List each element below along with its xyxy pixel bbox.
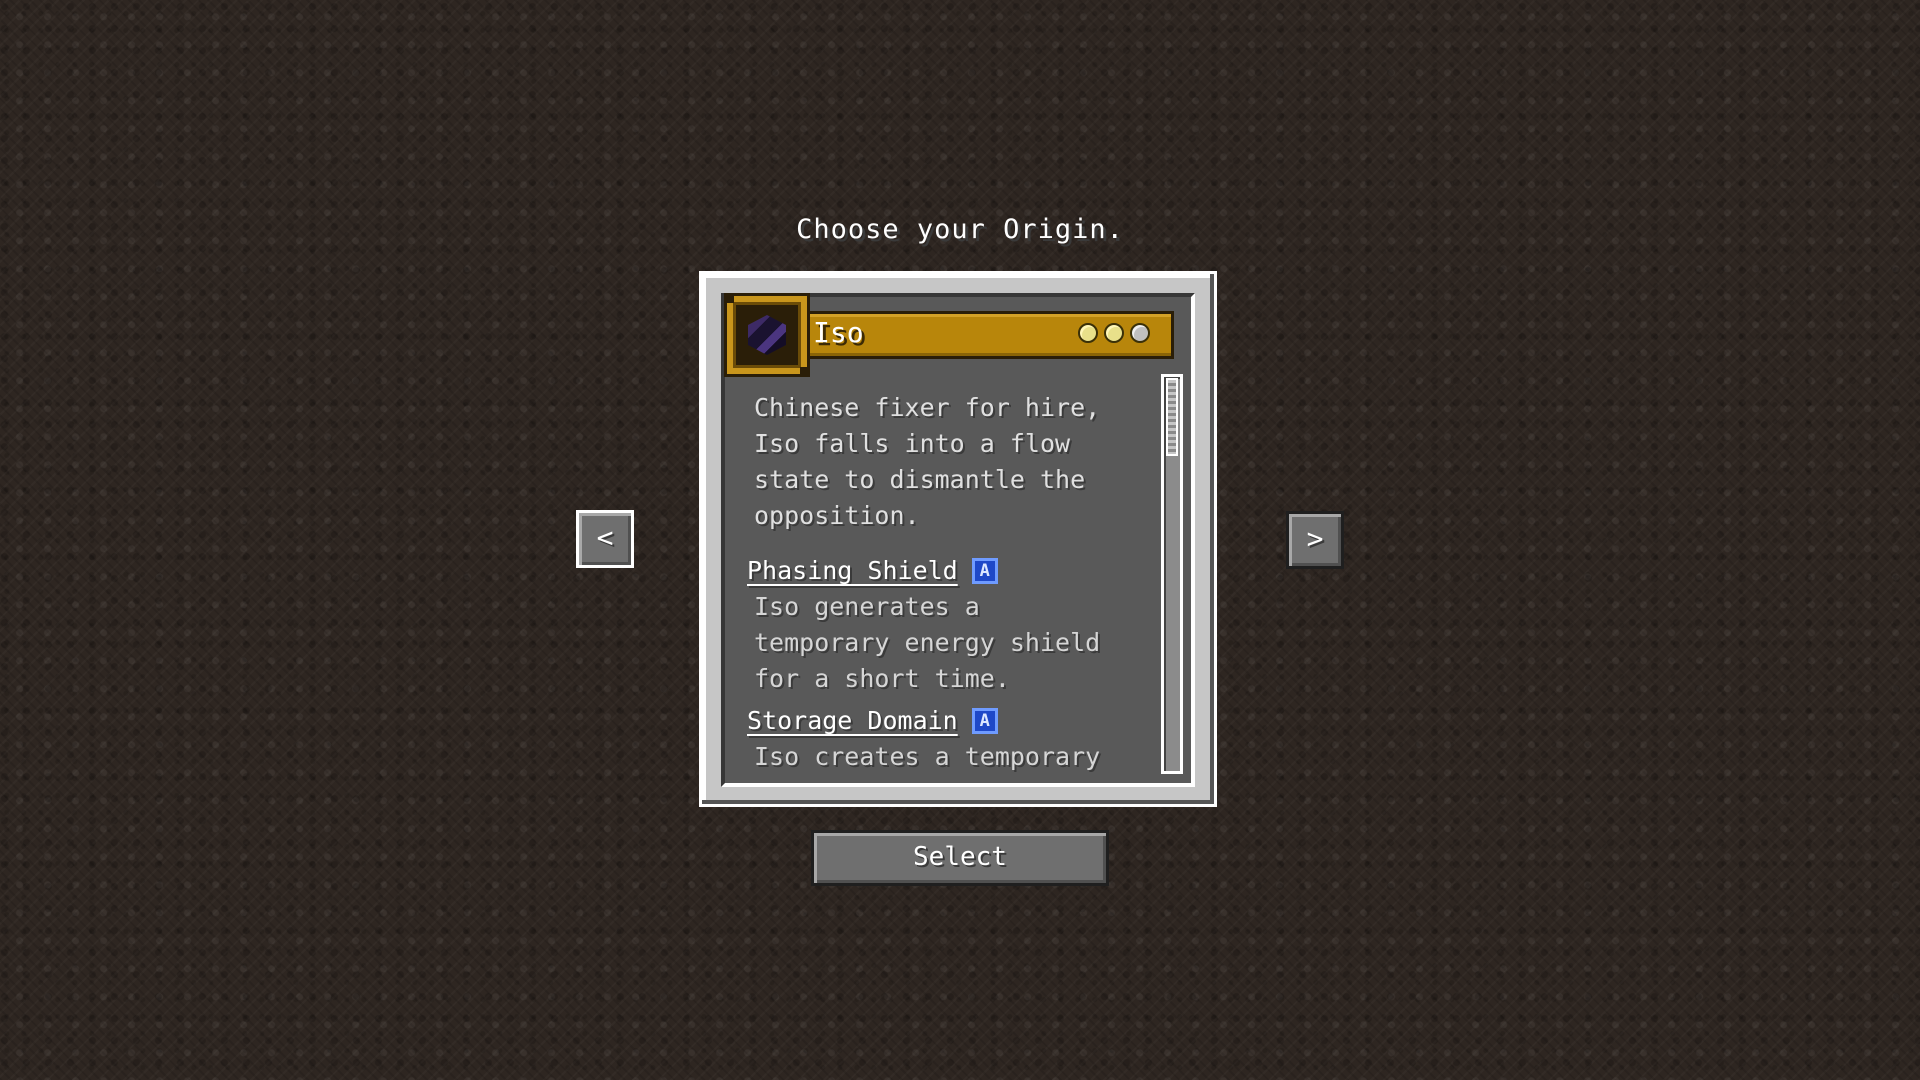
origin-description: Chinese fixer for hire, Iso falls into a… xyxy=(754,390,1154,534)
power-description-line: temporary energy shield xyxy=(754,628,1101,657)
power-name: Storage Domain xyxy=(747,706,958,735)
origin-name: Iso xyxy=(813,316,864,349)
description-line: Iso falls into a flow xyxy=(754,429,1071,458)
description-line: Chinese fixer for hire, xyxy=(754,393,1101,422)
select-button[interactable]: Select xyxy=(811,830,1109,886)
impact-indicator xyxy=(1078,323,1150,343)
description-line: opposition. xyxy=(754,501,920,530)
obsidian-block-icon xyxy=(748,315,786,355)
next-origin-button[interactable]: > xyxy=(1286,511,1344,569)
description-line: state to dismantle the xyxy=(754,465,1086,494)
screen-title: Choose your Origin. xyxy=(796,214,1124,245)
power-storage-domain: Storage Domain A Iso creates a temporary xyxy=(747,703,1157,775)
power-description-line: Iso generates a xyxy=(754,592,980,621)
impact-dot-filled-icon xyxy=(1104,323,1124,343)
power-description-line: Iso creates a temporary xyxy=(754,742,1101,771)
previous-origin-button[interactable]: < xyxy=(576,510,634,568)
origin-icon-frame xyxy=(724,293,810,377)
active-power-badge-icon: A xyxy=(971,558,998,584)
power-description-line: for a short time. xyxy=(754,664,1010,693)
impact-dot-empty-icon xyxy=(1130,323,1150,343)
active-power-badge-icon: A xyxy=(971,708,998,734)
power-name: Phasing Shield xyxy=(747,556,958,585)
impact-dot-filled-icon xyxy=(1078,323,1098,343)
scrollbar-thumb[interactable] xyxy=(1166,378,1178,456)
power-phasing-shield: Phasing Shield A Iso generates a tempora… xyxy=(747,553,1157,697)
